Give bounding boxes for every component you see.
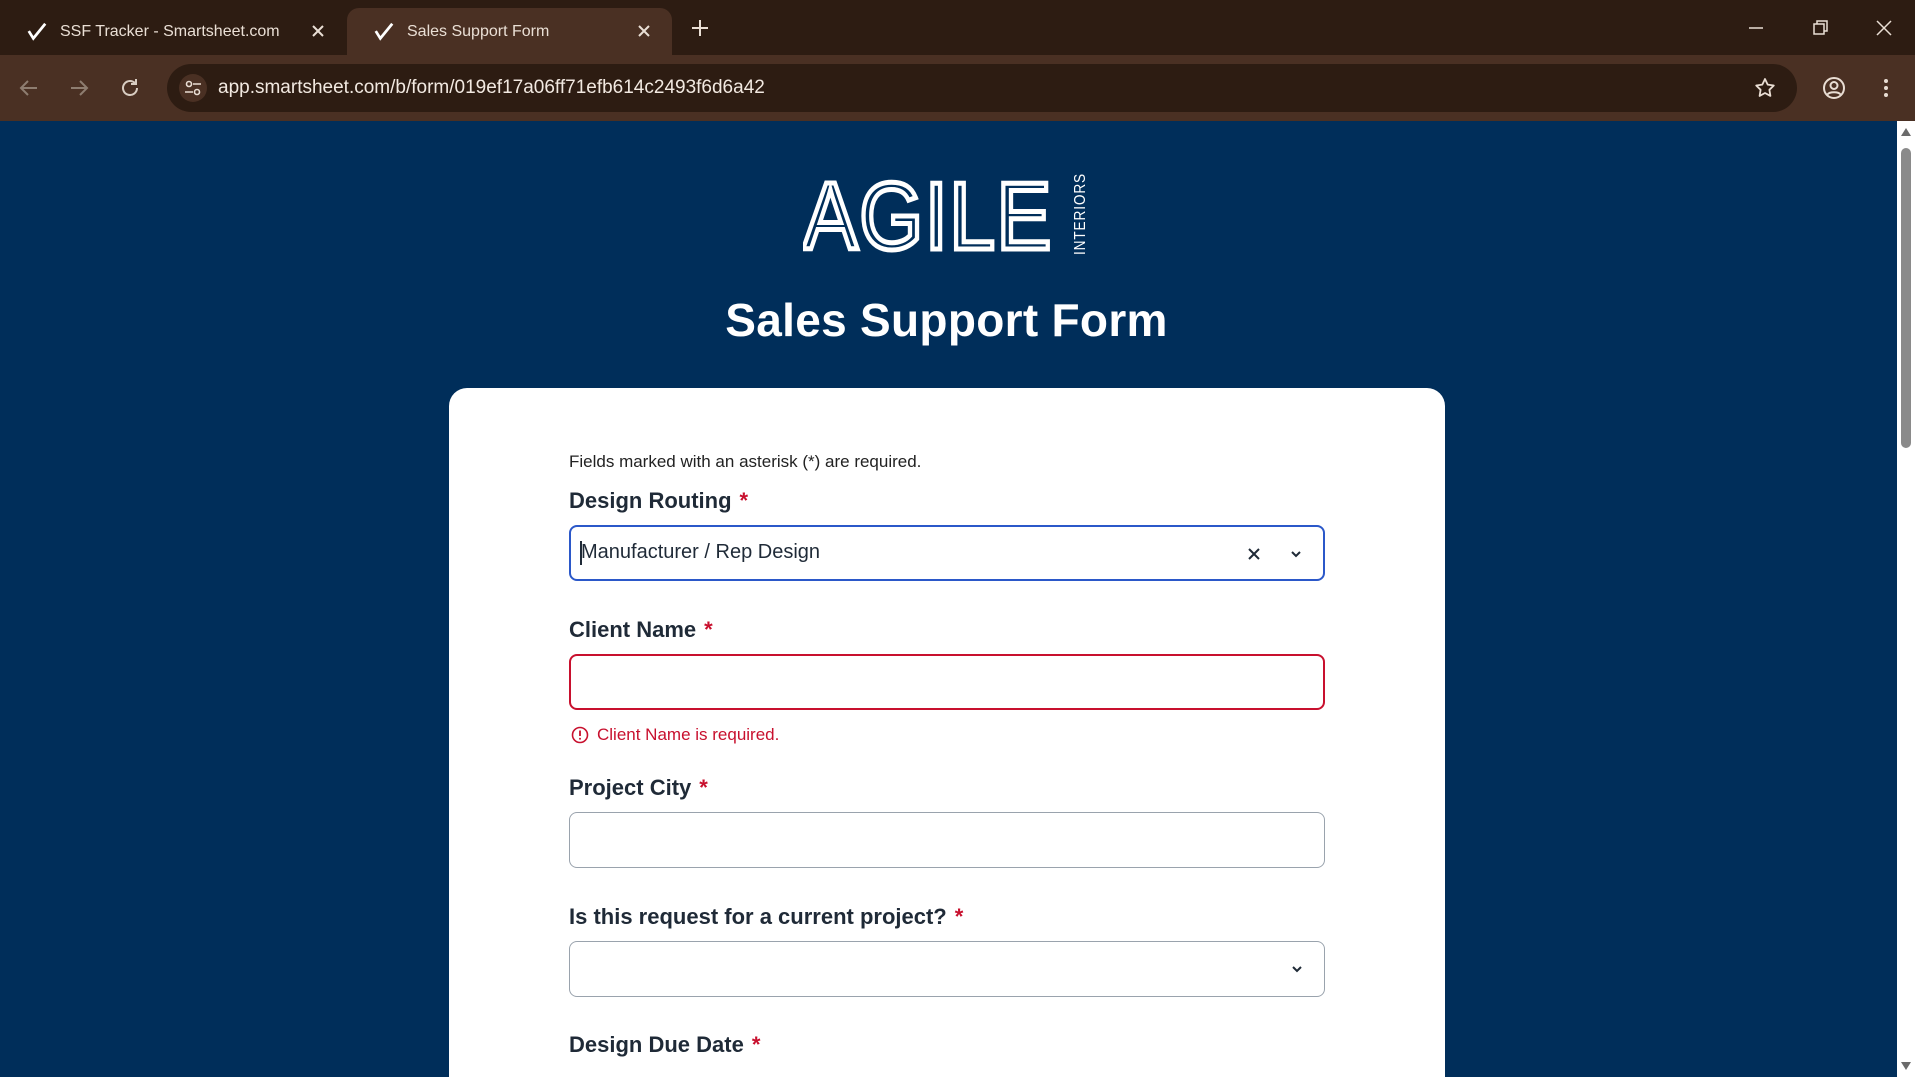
client-name-input[interactable] [569,654,1325,710]
required-asterisk: * [751,1032,761,1057]
close-tab-icon[interactable] [634,21,654,41]
client-name-label: Client Name * [569,617,713,643]
required-fields-note: Fields marked with an asterisk (*) are r… [569,452,922,471]
required-asterisk: * [954,904,964,929]
svg-text:AGILE: AGILE [803,169,1053,257]
restore-window-icon[interactable] [1806,14,1834,42]
scroll-down-arrow-icon[interactable] [1900,1061,1912,1071]
design-routing-label: Design Routing * [569,488,748,514]
design-due-date-label: Design Due Date * [569,1032,760,1058]
page-title: Sales Support Form [725,294,1168,346]
current-project-select[interactable] [569,941,1325,997]
agile-interiors-logo: AGILE INTERIORS [803,169,1089,257]
design-routing-select[interactable]: Manufacturer / Rep Design [569,525,1325,581]
field-label-text: Design Due Date [569,1032,744,1057]
site-settings-icon[interactable] [179,74,207,102]
tab-title: Sales Support Form [407,22,550,40]
field-label-text: Project City [569,775,692,800]
required-asterisk: * [699,775,708,800]
field-label-text: Client Name [569,617,697,642]
project-city-label: Project City * [569,775,708,801]
scroll-up-arrow-icon[interactable] [1900,127,1912,137]
forward-arrow-icon[interactable] [66,75,92,101]
smartsheet-favicon-icon [374,22,394,41]
back-arrow-icon[interactable] [16,75,42,101]
error-alert-icon [571,726,589,744]
browser-menu-kebab-icon[interactable] [1873,75,1899,101]
form-card: Fields marked with an asterisk (*) are r… [449,388,1445,1077]
scrollbar-thumb[interactable] [1901,148,1911,448]
required-asterisk: * [739,488,749,513]
chevron-down-icon[interactable] [1285,543,1307,565]
field-label-text: Design Routing [569,488,732,513]
reload-icon[interactable] [117,75,143,101]
page-viewport: AGILE INTERIORS Sales Support Form Field… [0,121,1897,1077]
current-project-label: Is this request for a current project? * [569,904,963,930]
browser-tab-sales-support-form[interactable]: Sales Support Form [347,8,672,55]
project-city-input[interactable] [569,812,1325,868]
profile-account-icon[interactable] [1821,75,1847,101]
close-window-icon[interactable] [1870,14,1898,42]
page-scrollbar[interactable] [1897,121,1915,1077]
smartsheet-favicon-icon [27,22,47,41]
tab-title: SSF Tracker - Smartsheet.com [60,22,280,40]
url-text[interactable]: app.smartsheet.com/b/form/019ef17a06ff71… [218,77,765,99]
browser-toolbar: app.smartsheet.com/b/form/019ef17a06ff71… [0,55,1915,121]
field-label-text: Is this request for a current project? [569,904,947,929]
new-tab-plus-icon[interactable] [688,16,712,40]
browser-tab-ssf-tracker[interactable]: SSF Tracker - Smartsheet.com [0,8,346,55]
required-asterisk: * [704,617,713,642]
minimize-window-icon[interactable] [1742,14,1770,42]
close-tab-icon[interactable] [308,21,328,41]
error-message: Client Name is required. [597,725,780,744]
chevron-down-icon[interactable] [1286,958,1308,980]
client-name-error: Client Name is required. [571,725,779,745]
browser-tab-bar: SSF Tracker - Smartsheet.com Sales Suppo… [0,0,1915,55]
address-bar[interactable]: app.smartsheet.com/b/form/019ef17a06ff71… [167,64,1797,112]
design-routing-value: Manufacturer / Rep Design [581,541,821,563]
clear-selection-icon[interactable] [1243,543,1265,565]
bookmark-star-icon[interactable] [1753,76,1777,100]
svg-text:INTERIORS: INTERIORS [1072,173,1089,255]
